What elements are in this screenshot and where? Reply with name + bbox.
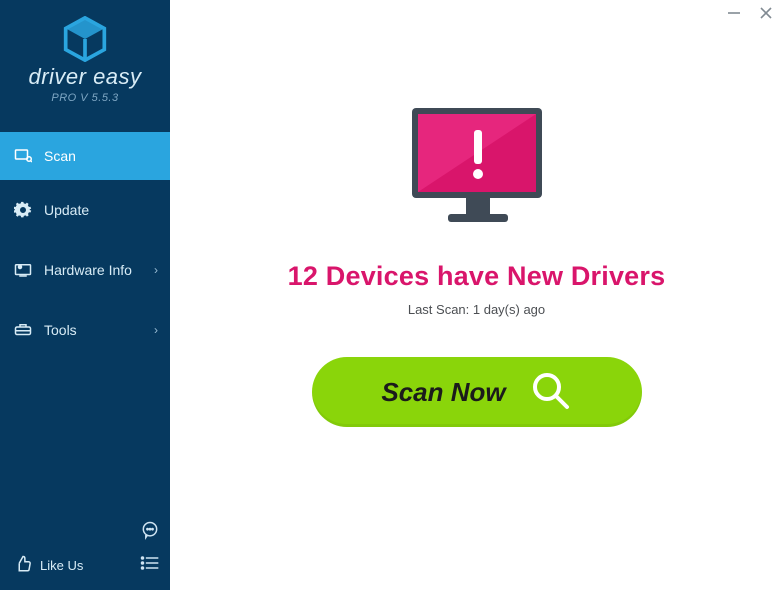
nav: Scan Update Hardware Info › <box>0 132 170 508</box>
nav-label: Hardware Info <box>44 262 132 278</box>
thumbs-up-icon <box>14 555 32 576</box>
menu-list-icon[interactable] <box>140 555 160 576</box>
nav-label: Update <box>44 202 89 218</box>
scan-now-button[interactable]: Scan Now <box>312 357 642 427</box>
minimize-button[interactable] <box>727 6 741 25</box>
nav-item-hardware-info[interactable]: Hardware Info › <box>0 240 170 300</box>
headline: 12 Devices have New Drivers <box>288 261 666 292</box>
like-us-label: Like Us <box>40 558 83 573</box>
logo-icon <box>62 16 108 62</box>
alert-monitor-icon <box>402 102 552 237</box>
brand-version: PRO V 5.5.3 <box>0 92 170 104</box>
brand-name: driver easy <box>0 64 170 90</box>
main-panel: 12 Devices have New Drivers Last Scan: 1… <box>170 0 783 590</box>
close-button[interactable] <box>759 6 773 25</box>
nav-label: Scan <box>44 148 76 164</box>
nav-label: Tools <box>44 322 77 338</box>
sidebar: driver easy PRO V 5.5.3 Scan Update <box>0 0 170 590</box>
content: 12 Devices have New Drivers Last Scan: 1… <box>170 0 783 427</box>
chevron-right-icon: › <box>154 323 158 337</box>
hardware-info-icon <box>14 261 32 279</box>
app-window: driver easy PRO V 5.5.3 Scan Update <box>0 0 783 590</box>
tools-icon <box>14 321 32 339</box>
like-us-button[interactable]: Like Us <box>14 555 83 576</box>
brand-block: driver easy PRO V 5.5.3 <box>0 0 170 114</box>
scan-icon <box>14 147 32 165</box>
feedback-icon[interactable] <box>140 520 160 545</box>
last-scan-text: Last Scan: 1 day(s) ago <box>408 302 545 317</box>
gear-icon <box>14 201 32 219</box>
nav-item-update[interactable]: Update <box>0 180 170 240</box>
nav-item-scan[interactable]: Scan <box>0 132 170 180</box>
magnifier-icon <box>528 368 572 417</box>
footer-icons <box>140 520 160 576</box>
scan-now-label: Scan Now <box>381 377 505 408</box>
window-controls <box>727 6 773 25</box>
sidebar-footer: Like Us <box>0 508 170 590</box>
chevron-right-icon: › <box>154 263 158 277</box>
nav-item-tools[interactable]: Tools › <box>0 300 170 360</box>
